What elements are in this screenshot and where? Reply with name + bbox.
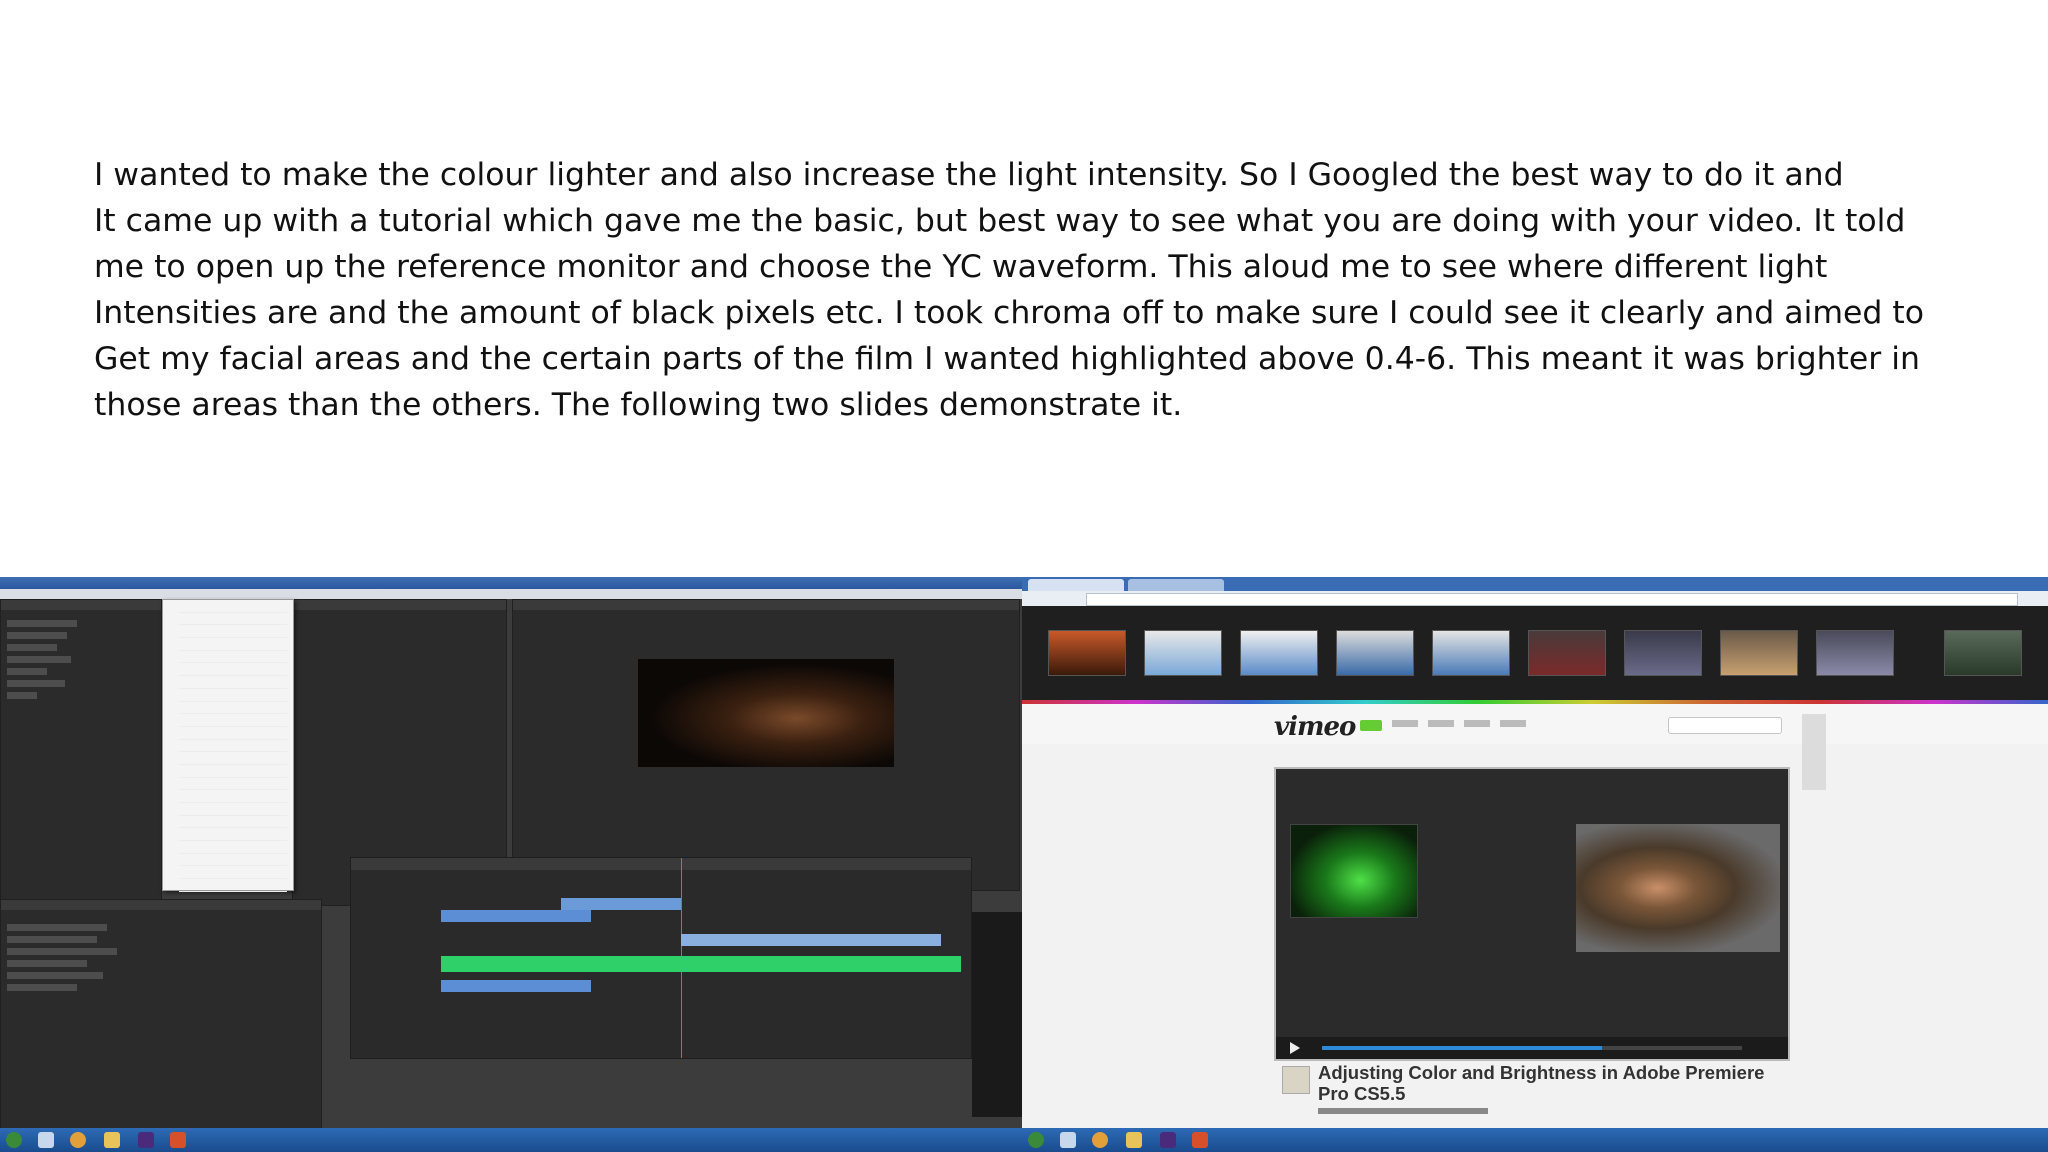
powerpoint-icon <box>1192 1132 1208 1148</box>
paragraph-line: I wanted to make the colour lighter and … <box>94 157 1844 193</box>
window-menu-dropdown <box>162 599 294 905</box>
start-icon <box>6 1132 22 1148</box>
related-videos-strip <box>1022 606 2048 702</box>
explorer-icon <box>38 1132 54 1148</box>
chrome-icon <box>1092 1132 1108 1148</box>
program-monitor-frame <box>638 659 894 767</box>
timeline-panel <box>350 857 972 1059</box>
windows-taskbar <box>0 1128 1022 1152</box>
player-controls <box>1276 1037 1788 1059</box>
explorer-icon <box>1060 1132 1076 1148</box>
premiere-icon <box>138 1132 154 1148</box>
audio-meters <box>972 912 1022 1117</box>
premiere-screenshot <box>0 577 1022 1152</box>
paragraph-line: those areas than the others. The followi… <box>94 387 1183 423</box>
powerpoint-icon <box>170 1132 186 1148</box>
paragraph-line: It came up with a tutorial which gave me… <box>94 203 1906 239</box>
folder-icon <box>104 1132 120 1148</box>
video-player <box>1274 767 1790 1061</box>
vimeo-logo: vimeo <box>1274 712 1356 742</box>
body-paragraph: I wanted to make the colour lighter and … <box>94 152 1994 428</box>
browser-tabbar <box>1022 577 2048 591</box>
premiere-icon <box>1160 1132 1176 1148</box>
paragraph-line: me to open up the reference monitor and … <box>94 249 1828 285</box>
progress-bar <box>1322 1046 1602 1050</box>
vimeo-header: vimeo <box>1022 704 2048 744</box>
yc-waveform <box>1290 824 1418 918</box>
menu-bar <box>0 589 1022 599</box>
paragraph-line: Intensities are and the amount of black … <box>94 295 1925 331</box>
join-button <box>1360 720 1382 731</box>
vimeo-screenshot: vimeo Adjusting Color and Brightness in … <box>1022 577 2048 1152</box>
windows-taskbar <box>1022 1128 2048 1152</box>
address-bar <box>1022 591 2048 606</box>
window-titlebar <box>0 577 1022 589</box>
project-panel <box>0 899 322 1131</box>
presenter-video <box>1576 824 1780 952</box>
start-icon <box>1028 1132 1044 1148</box>
folder-icon <box>1126 1132 1142 1148</box>
chrome-icon <box>70 1132 86 1148</box>
effects-panel <box>0 599 162 906</box>
paragraph-line: Get my facial areas and the certain part… <box>94 341 1920 377</box>
search-input <box>1668 717 1782 734</box>
video-title: Adjusting Color and Brightness in Adobe … <box>1318 1062 1765 1104</box>
play-icon <box>1290 1042 1300 1054</box>
uploader-avatar <box>1282 1066 1310 1094</box>
